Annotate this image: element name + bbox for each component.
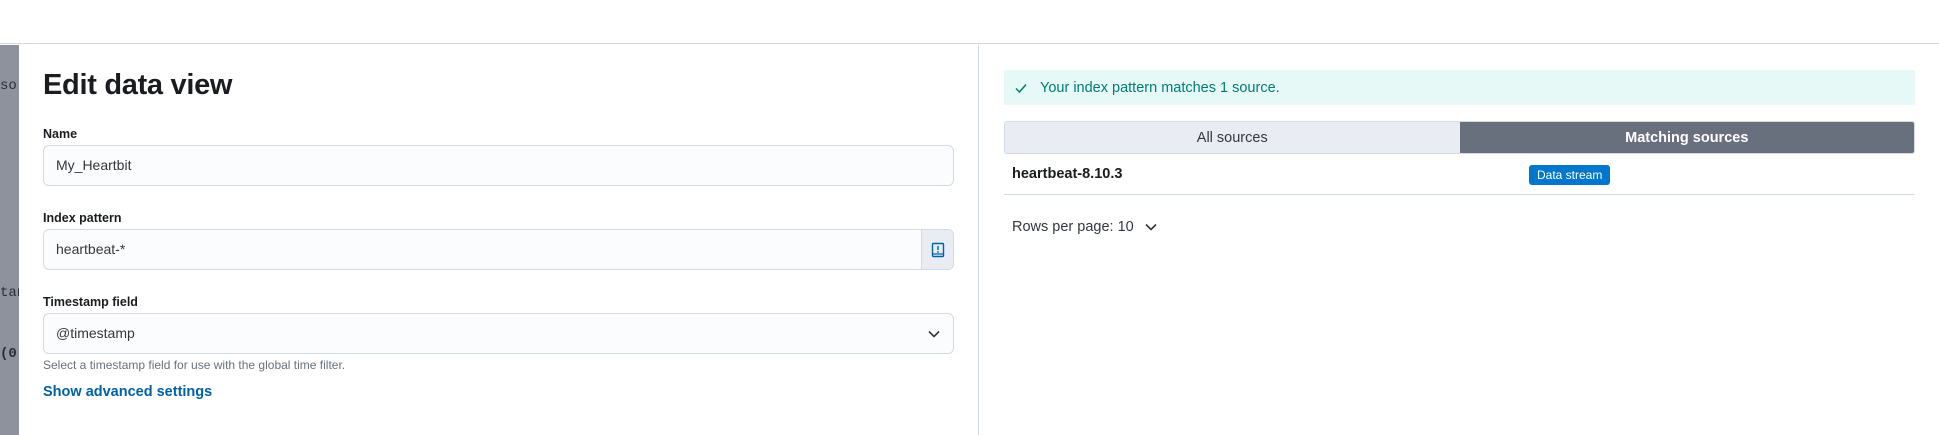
- name-field[interactable]: My_Heartbit: [43, 145, 954, 186]
- sources-tab-group: All sources Matching sources: [1004, 121, 1915, 154]
- index-pattern-field[interactable]: heartbeat-*: [43, 229, 954, 270]
- name-field-value: My_Heartbit: [56, 157, 132, 173]
- match-status-callout: Your index pattern matches 1 source.: [1004, 70, 1915, 105]
- timestamp-select-value: @timestamp: [56, 325, 135, 341]
- tab-all-sources[interactable]: All sources: [1005, 122, 1460, 153]
- background-page-overlay: so v tan (0): [0, 45, 19, 435]
- page-title: Edit data view: [43, 69, 233, 101]
- check-icon: [1015, 83, 1027, 93]
- match-status-text: Your index pattern matches 1 source.: [1040, 79, 1280, 96]
- chevron-down-icon: [928, 330, 940, 338]
- index-pattern-help-button[interactable]: [921, 230, 953, 269]
- timestamp-select[interactable]: @timestamp: [43, 313, 954, 354]
- index-pattern-value: heartbeat-*: [56, 241, 126, 257]
- top-header-bar: [0, 0, 1939, 44]
- edit-data-view-flyout: Edit data view Name My_Heartbit Index pa…: [19, 45, 1939, 435]
- chevron-down-icon: [1145, 223, 1157, 231]
- source-name: heartbeat-8.10.3: [1012, 166, 1123, 182]
- rows-per-page-label: Rows per page: 10: [1012, 219, 1134, 235]
- rows-per-page-button[interactable]: Rows per page: 10: [1012, 219, 1158, 235]
- index-pattern-label: Index pattern: [43, 211, 122, 225]
- timestamp-field-label: Timestamp field: [43, 295, 138, 309]
- background-text-fragment: so v: [0, 78, 19, 94]
- timestamp-help-text: Select a timestamp field for use with th…: [43, 358, 346, 372]
- tab-matching-sources[interactable]: Matching sources: [1459, 122, 1914, 153]
- show-advanced-settings-link[interactable]: Show advanced settings: [43, 384, 212, 400]
- data-stream-badge: Data stream: [1529, 165, 1611, 185]
- background-text-fragment: (0): [0, 346, 19, 362]
- matching-sources-panel: Your index pattern matches 1 source. All…: [979, 45, 1939, 435]
- background-text-fragment: tan: [0, 285, 19, 301]
- name-field-label: Name: [43, 127, 78, 141]
- table-row: heartbeat-8.10.3 Data stream: [1004, 155, 1915, 195]
- edit-form-panel: Edit data view Name My_Heartbit Index pa…: [19, 45, 979, 435]
- book-icon: [931, 242, 944, 257]
